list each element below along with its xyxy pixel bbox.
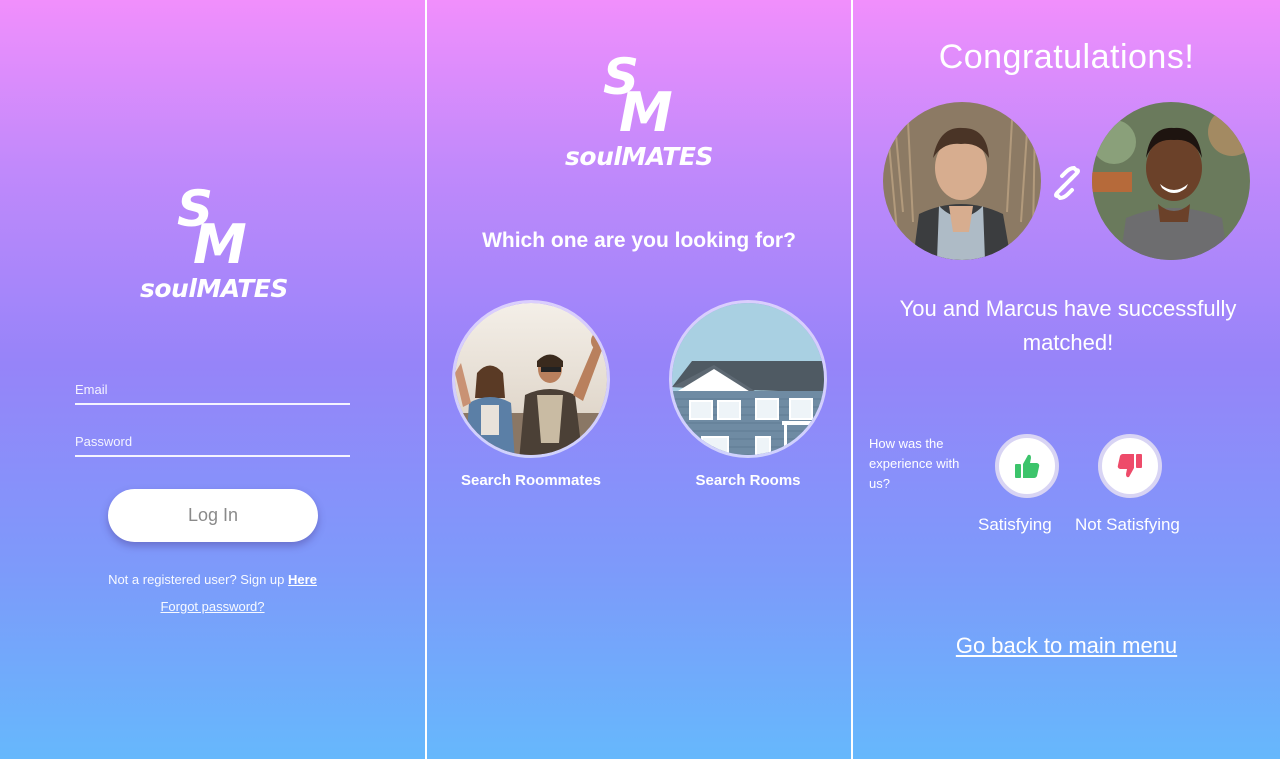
email-input[interactable] — [75, 375, 350, 403]
thumbs-down-icon — [1117, 454, 1142, 478]
search-rooms-option[interactable]: Search Rooms — [666, 300, 830, 489]
app-logo: S M soulMATES — [565, 52, 713, 171]
search-roommates-label: Search Roommates — [460, 472, 602, 489]
experience-question: How was the experience with us? — [869, 436, 960, 491]
signup-prompt: Not a registered user? Sign up Here — [0, 572, 425, 587]
thumbs-up-icon — [1015, 454, 1040, 478]
back-to-menu-row: Go back to main menu — [853, 633, 1280, 659]
signup-link[interactable]: Here — [288, 572, 317, 587]
signup-text: Not a registered user? Sign up — [108, 572, 285, 587]
search-rooms-label: Search Rooms — [695, 472, 801, 489]
forgot-password-row: Forgot password? — [0, 599, 425, 614]
brand-name: soulMATES — [140, 274, 288, 303]
brand-name: soulMATES — [565, 142, 713, 171]
password-field[interactable] — [75, 427, 350, 457]
satisfying-button[interactable] — [995, 434, 1059, 498]
user-avatar — [883, 102, 1041, 260]
not-satisfying-label: Not Satisfying — [1075, 515, 1180, 534]
login-screen: S M soulMATES Log In Not a registered us… — [0, 0, 425, 759]
congratulations-title: Congratulations! — [938, 38, 1195, 76]
house-photo[interactable] — [669, 300, 827, 458]
password-input[interactable] — [75, 427, 350, 455]
match-message: You and Marcus have successfully matched… — [899, 296, 1237, 355]
logo-mark: S M — [603, 48, 673, 144]
back-to-menu-link[interactable]: Go back to main menu — [956, 633, 1177, 658]
forgot-password-link[interactable]: Forgot password? — [160, 599, 264, 614]
choice-screen: S M soulMATES Which one are you looking … — [427, 0, 851, 759]
link-icon — [1054, 166, 1080, 200]
logo-mark: S M — [177, 180, 247, 276]
roommates-photo[interactable] — [452, 300, 610, 458]
app-logo: S M soulMATES — [140, 180, 288, 303]
login-button[interactable]: Log In — [108, 489, 318, 542]
search-question: Which one are you looking for? — [482, 229, 796, 252]
match-avatar — [1092, 102, 1250, 260]
email-field[interactable] — [75, 375, 350, 405]
satisfying-label: Satisfying — [978, 515, 1052, 534]
not-satisfying-button[interactable] — [1098, 434, 1162, 498]
match-screen: Congratulations! You and Marcus have suc… — [853, 0, 1280, 759]
search-roommates-option[interactable]: Search Roommates — [449, 300, 613, 489]
